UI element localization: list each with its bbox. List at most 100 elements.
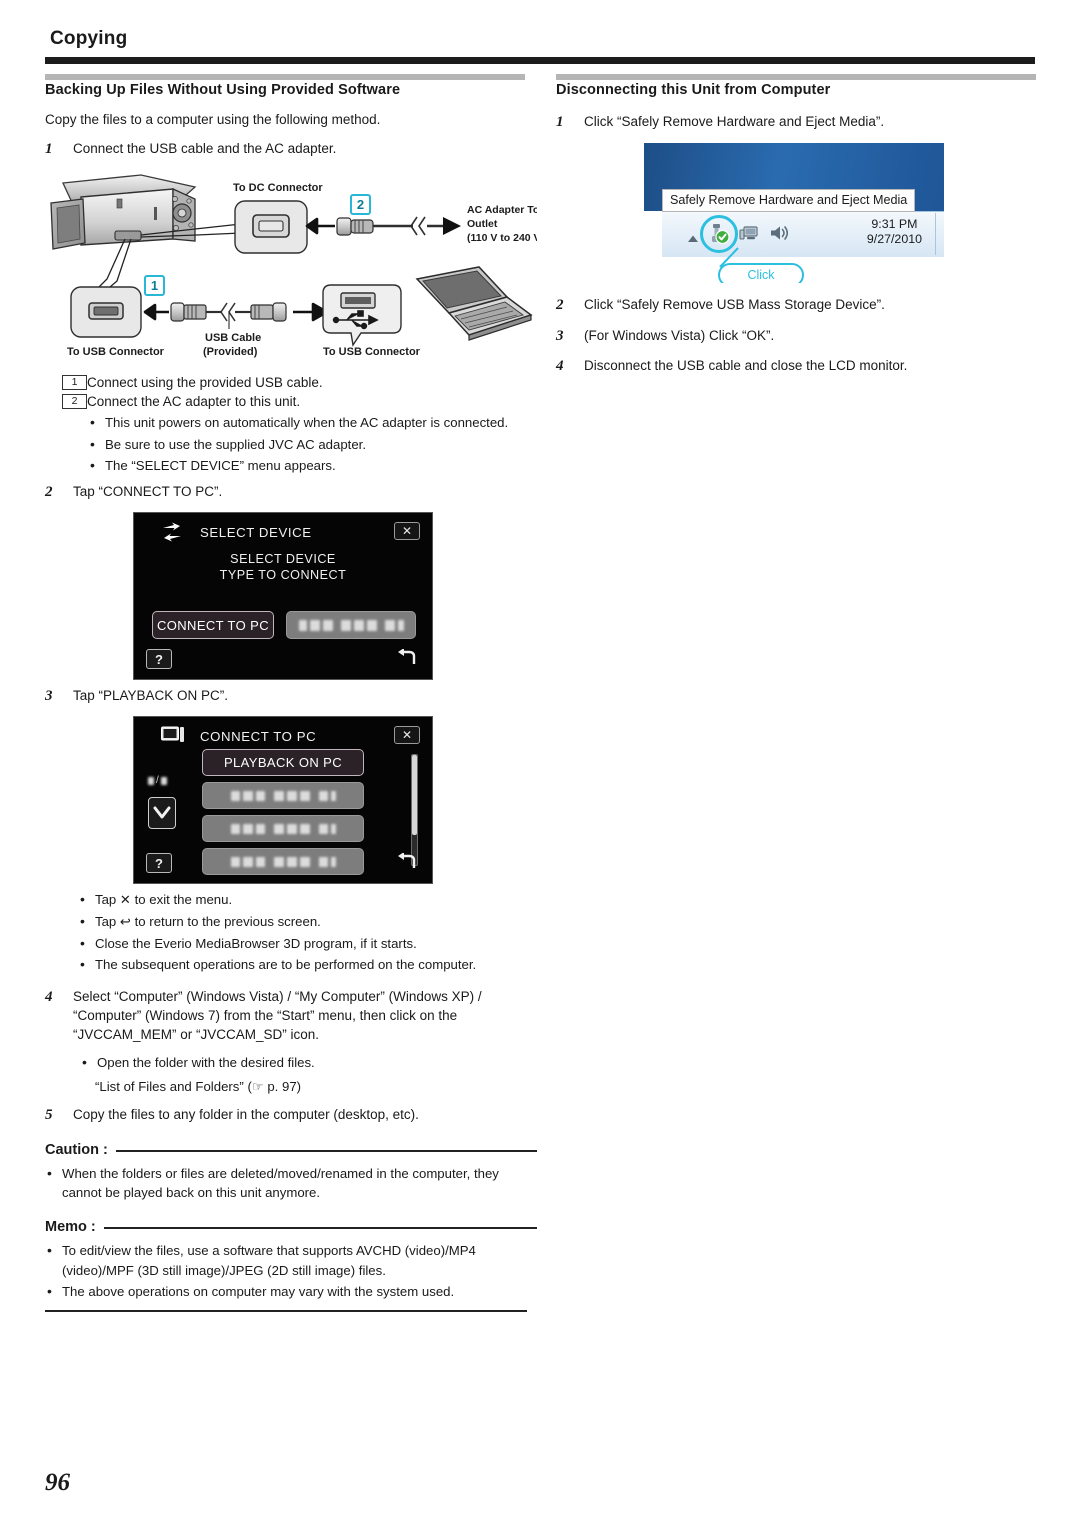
close-icon[interactable]: ✕ xyxy=(394,522,420,541)
obscured-block xyxy=(255,856,265,867)
laptop-illustration xyxy=(415,266,533,342)
obscured-block xyxy=(299,823,310,834)
dc-connector-callout xyxy=(234,200,308,254)
step-number: 5 xyxy=(45,1106,53,1123)
usb-connector-callout-camera xyxy=(70,286,142,338)
step-4: 4 Disconnect the USB cable and close the… xyxy=(556,356,1048,377)
step-1: 1 Click “Safely Remove Hardware and Ejec… xyxy=(556,112,1048,133)
obscured-block xyxy=(255,790,265,801)
caution-bullet-list: When the folders or files are deleted/mo… xyxy=(45,1163,537,1203)
monitor-icon xyxy=(161,726,185,749)
badge-2: 2 xyxy=(350,194,371,216)
lcd-title: CONNECT TO PC xyxy=(200,729,317,745)
connect-to-pc-button[interactable]: CONNECT TO PC xyxy=(152,611,274,640)
obscured-block xyxy=(242,823,253,834)
tray-icon-group xyxy=(706,221,790,250)
obscured-block xyxy=(273,790,284,801)
bullet-item: The “SELECT DEVICE” menu appears. xyxy=(88,455,537,476)
obscured-block xyxy=(318,823,328,834)
right-column: Disconnecting this Unit from Computer 1 … xyxy=(556,82,1048,386)
clock-date: 9/27/2010 xyxy=(866,232,922,247)
step-1: 1 Connect the USB cable and the AC adapt… xyxy=(45,139,537,160)
scrollbar[interactable] xyxy=(411,754,418,867)
step-4: 4 Select “Computer” (Windows Vista) / “M… xyxy=(45,987,537,1044)
lcd-screen-connect-to-pc: CONNECT TO PC ✕ / PLAYBACK ON PC ? xyxy=(133,716,433,885)
caution-label: Caution : xyxy=(45,1141,108,1158)
help-button[interactable]: ? xyxy=(146,853,172,874)
obscured-block xyxy=(286,856,297,867)
step-2: 2 Tap “CONNECT TO PC”. xyxy=(45,482,537,503)
substep-text: Connect using the provided USB cable. xyxy=(87,375,323,391)
obscured-block xyxy=(353,619,364,631)
ac-adapter-plug xyxy=(336,216,461,236)
step-number: 2 xyxy=(45,483,53,500)
caution-heading: Caution : xyxy=(45,1142,537,1158)
show-hidden-icons-icon[interactable] xyxy=(686,231,700,249)
obscured-block xyxy=(330,823,336,834)
memo-bullet-list: To edit/view the files, use a software t… xyxy=(45,1240,537,1302)
obscured-list-row[interactable] xyxy=(202,815,364,843)
left-column: Backing Up Files Without Using Provided … xyxy=(45,82,537,1312)
connection-diagram-svg: To DC Connector 2 AC Adapter To Outlet (… xyxy=(50,174,537,358)
bullet-item: Close the Everio MediaBrowser 3D program… xyxy=(78,933,537,954)
step-3: 3 (For Windows Vista) Click “OK”. xyxy=(556,326,1048,347)
obscured-list-row[interactable] xyxy=(202,782,364,810)
left-column-rule xyxy=(45,74,525,80)
obscured-block xyxy=(322,619,333,631)
click-callout: Click xyxy=(718,263,804,284)
step-number: 4 xyxy=(45,988,53,1005)
step-number: 2 xyxy=(556,297,564,314)
step-5: 5 Copy the files to any folder in the co… xyxy=(45,1105,537,1126)
step-text: Tap “PLAYBACK ON PC”. xyxy=(73,688,229,704)
usb-connector-callout-pc xyxy=(322,284,402,348)
memo-heading: Memo : xyxy=(45,1219,537,1235)
step-number: 3 xyxy=(45,688,53,705)
close-icon[interactable]: ✕ xyxy=(394,726,420,745)
memo-bottom-rule xyxy=(45,1309,527,1312)
obscured-block xyxy=(397,619,404,631)
page-indicator-slash: / xyxy=(156,775,159,787)
manual-page: Copying Backing Up Files Without Using P… xyxy=(0,0,1080,1527)
taskbar-clock[interactable]: 9:31 PM 9/27/2010 xyxy=(867,217,922,247)
lcd-title: SELECT DEVICE xyxy=(200,525,312,541)
network-icon[interactable] xyxy=(738,222,760,249)
step-text: Copy the files to any folder in the comp… xyxy=(73,1106,419,1122)
step-text: Tap “CONNECT TO PC”. xyxy=(73,483,223,499)
help-button[interactable]: ? xyxy=(146,649,172,670)
step-text: (For Windows Vista) Click “OK”. xyxy=(584,327,775,343)
memo-label: Memo : xyxy=(45,1218,96,1235)
obscured-block xyxy=(286,790,297,801)
connection-diagram: To DC Connector 2 AC Adapter To Outlet (… xyxy=(45,169,537,369)
lcd-center-line1: SELECT DEVICE xyxy=(230,552,336,567)
safely-remove-hardware-icon[interactable] xyxy=(706,221,730,250)
caution-rule xyxy=(115,1150,537,1153)
obscured-block xyxy=(230,790,240,801)
lcd-screen-select-device: SELECT DEVICE ✕ SELECT DEVICE TYPE TO CO… xyxy=(133,512,433,681)
bullet-item: Be sure to use the supplied JVC AC adapt… xyxy=(88,434,537,455)
obscured-block xyxy=(255,823,265,834)
bullet-item: Tap ↩ to return to the previous screen. xyxy=(78,911,537,932)
obscured-list-row[interactable] xyxy=(202,848,364,876)
volume-icon[interactable] xyxy=(768,223,790,248)
obscured-block xyxy=(230,823,240,834)
after-lcd-bullet-list: Tap ✕ to exit the menu. Tap ↩ to return … xyxy=(78,890,537,975)
scrollbar-thumb[interactable] xyxy=(412,755,417,835)
label-usb-cable-line1: USB Cable xyxy=(205,332,261,344)
obscured-option-button[interactable] xyxy=(286,611,416,640)
obscured-block xyxy=(309,619,320,631)
obscured-block xyxy=(242,790,253,801)
step-number: 1 xyxy=(556,114,564,130)
substep-text: Connect the AC adapter to this unit. xyxy=(87,394,301,410)
left-section-title: Backing Up Files Without Using Provided … xyxy=(45,82,401,98)
obscured-block xyxy=(299,790,310,801)
scroll-down-button[interactable] xyxy=(148,797,176,830)
back-icon[interactable] xyxy=(394,647,420,669)
playback-on-pc-button[interactable]: PLAYBACK ON PC xyxy=(202,749,364,777)
obscured-block xyxy=(299,856,310,867)
page-indicator: / xyxy=(148,775,167,786)
step-3: 3 Tap “PLAYBACK ON PC”. xyxy=(45,686,537,707)
obscured-block xyxy=(340,619,351,631)
step4-bullet-list: Open the folder with the desired files. xyxy=(80,1052,537,1073)
back-icon[interactable] xyxy=(394,851,420,873)
page-header-title: Copying xyxy=(50,28,128,49)
